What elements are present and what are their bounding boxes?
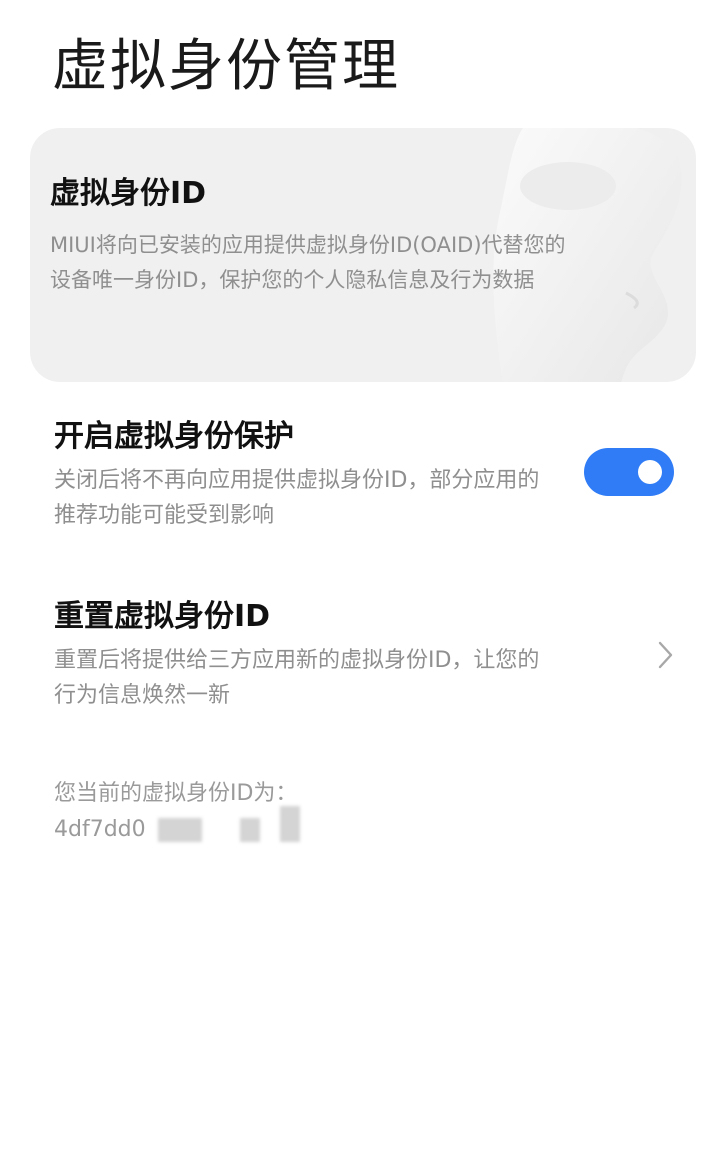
current-id-value: 4df7dd0	[54, 806, 300, 848]
protection-description: 关闭后将不再向应用提供虚拟身份ID，部分应用的推荐功能可能受到影响	[54, 468, 540, 528]
toggle-knob	[638, 460, 662, 484]
current-id-label: 您当前的虚拟身份ID为：	[54, 781, 298, 806]
reset-description: 重置后将提供给三方应用新的虚拟身份ID，让您的行为信息焕然一新	[54, 648, 540, 708]
current-id-section: 您当前的虚拟身份ID为： 4df7dd0	[54, 776, 300, 848]
redacted-id-block	[158, 818, 202, 842]
virtual-identity-page: 虚拟身份管理 虚拟身份ID MIUI将向已安装的应用提供虚拟身份ID(OAID)…	[0, 0, 720, 1156]
current-id-visible-text: 4df7dd0	[54, 817, 146, 842]
reset-title: 重置虚拟身份ID	[54, 599, 271, 634]
hero-title: 虚拟身份ID	[50, 176, 207, 211]
hero-description: MIUI将向已安装的应用提供虚拟身份ID(OAID)代替您的设备唯一身份ID，保…	[50, 233, 566, 292]
redacted-id-block	[240, 818, 260, 842]
redacted-id-block	[280, 806, 300, 842]
reset-id-row[interactable]: 重置虚拟身份ID 重置后将提供给三方应用新的虚拟身份ID，让您的行为信息焕然一新	[54, 597, 694, 713]
chevron-right-icon[interactable]	[654, 638, 678, 672]
page-title: 虚拟身份管理	[52, 34, 400, 99]
virtual-id-info-card: 虚拟身份ID MIUI将向已安装的应用提供虚拟身份ID(OAID)代替您的设备唯…	[30, 128, 696, 382]
protection-toggle[interactable]	[584, 448, 674, 496]
